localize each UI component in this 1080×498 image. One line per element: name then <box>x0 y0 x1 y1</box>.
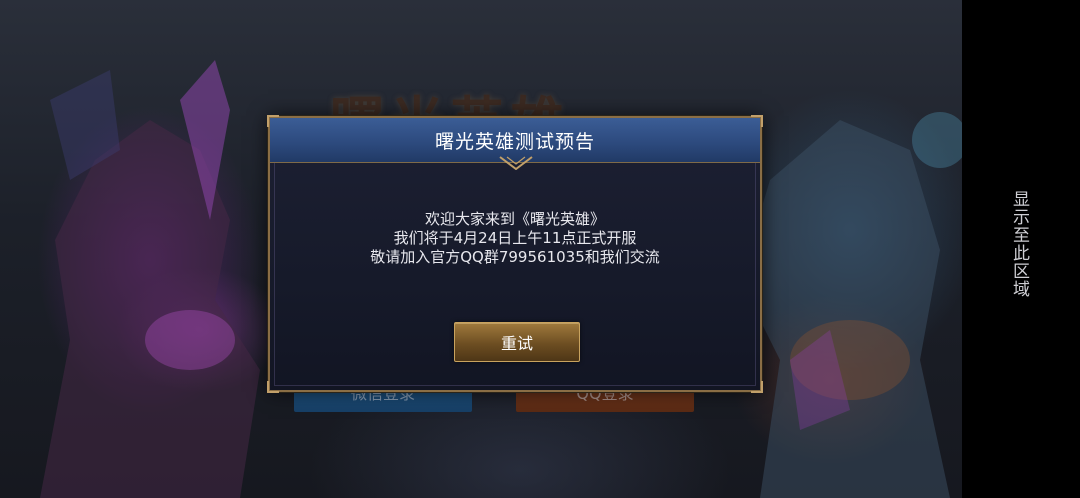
screen: 曙光英雄 微信登录 QQ登录 显示至此区域 曙光英雄测试预告 欢迎大家来到《曙光… <box>0 0 1080 498</box>
message-line-2: 我们将于4月24日上午11点正式开服 <box>393 229 637 247</box>
corner-ornament <box>751 381 763 393</box>
corner-ornament <box>267 381 279 393</box>
message-line-3: 敬请加入官方QQ群799561035和我们交流 <box>370 248 660 266</box>
announcement-dialog: 曙光英雄测试预告 欢迎大家来到《曙光英雄》 我们将于4月24日上午11点正式开服… <box>267 115 763 393</box>
display-area-label: 显示至此区域 <box>1009 190 1029 298</box>
header-ornament-icon <box>499 156 533 170</box>
hero-art-left <box>40 60 260 498</box>
message-line-1: 欢迎大家来到《曙光英雄》 <box>424 210 605 228</box>
dialog-title: 曙光英雄测试预告 <box>434 130 595 153</box>
dialog-message: 欢迎大家来到《曙光英雄》 我们将于4月24日上午11点正式开服 敬请加入官方QQ… <box>270 210 760 267</box>
retry-button[interactable]: 重试 <box>454 322 580 362</box>
retry-button-label: 重试 <box>500 334 533 353</box>
